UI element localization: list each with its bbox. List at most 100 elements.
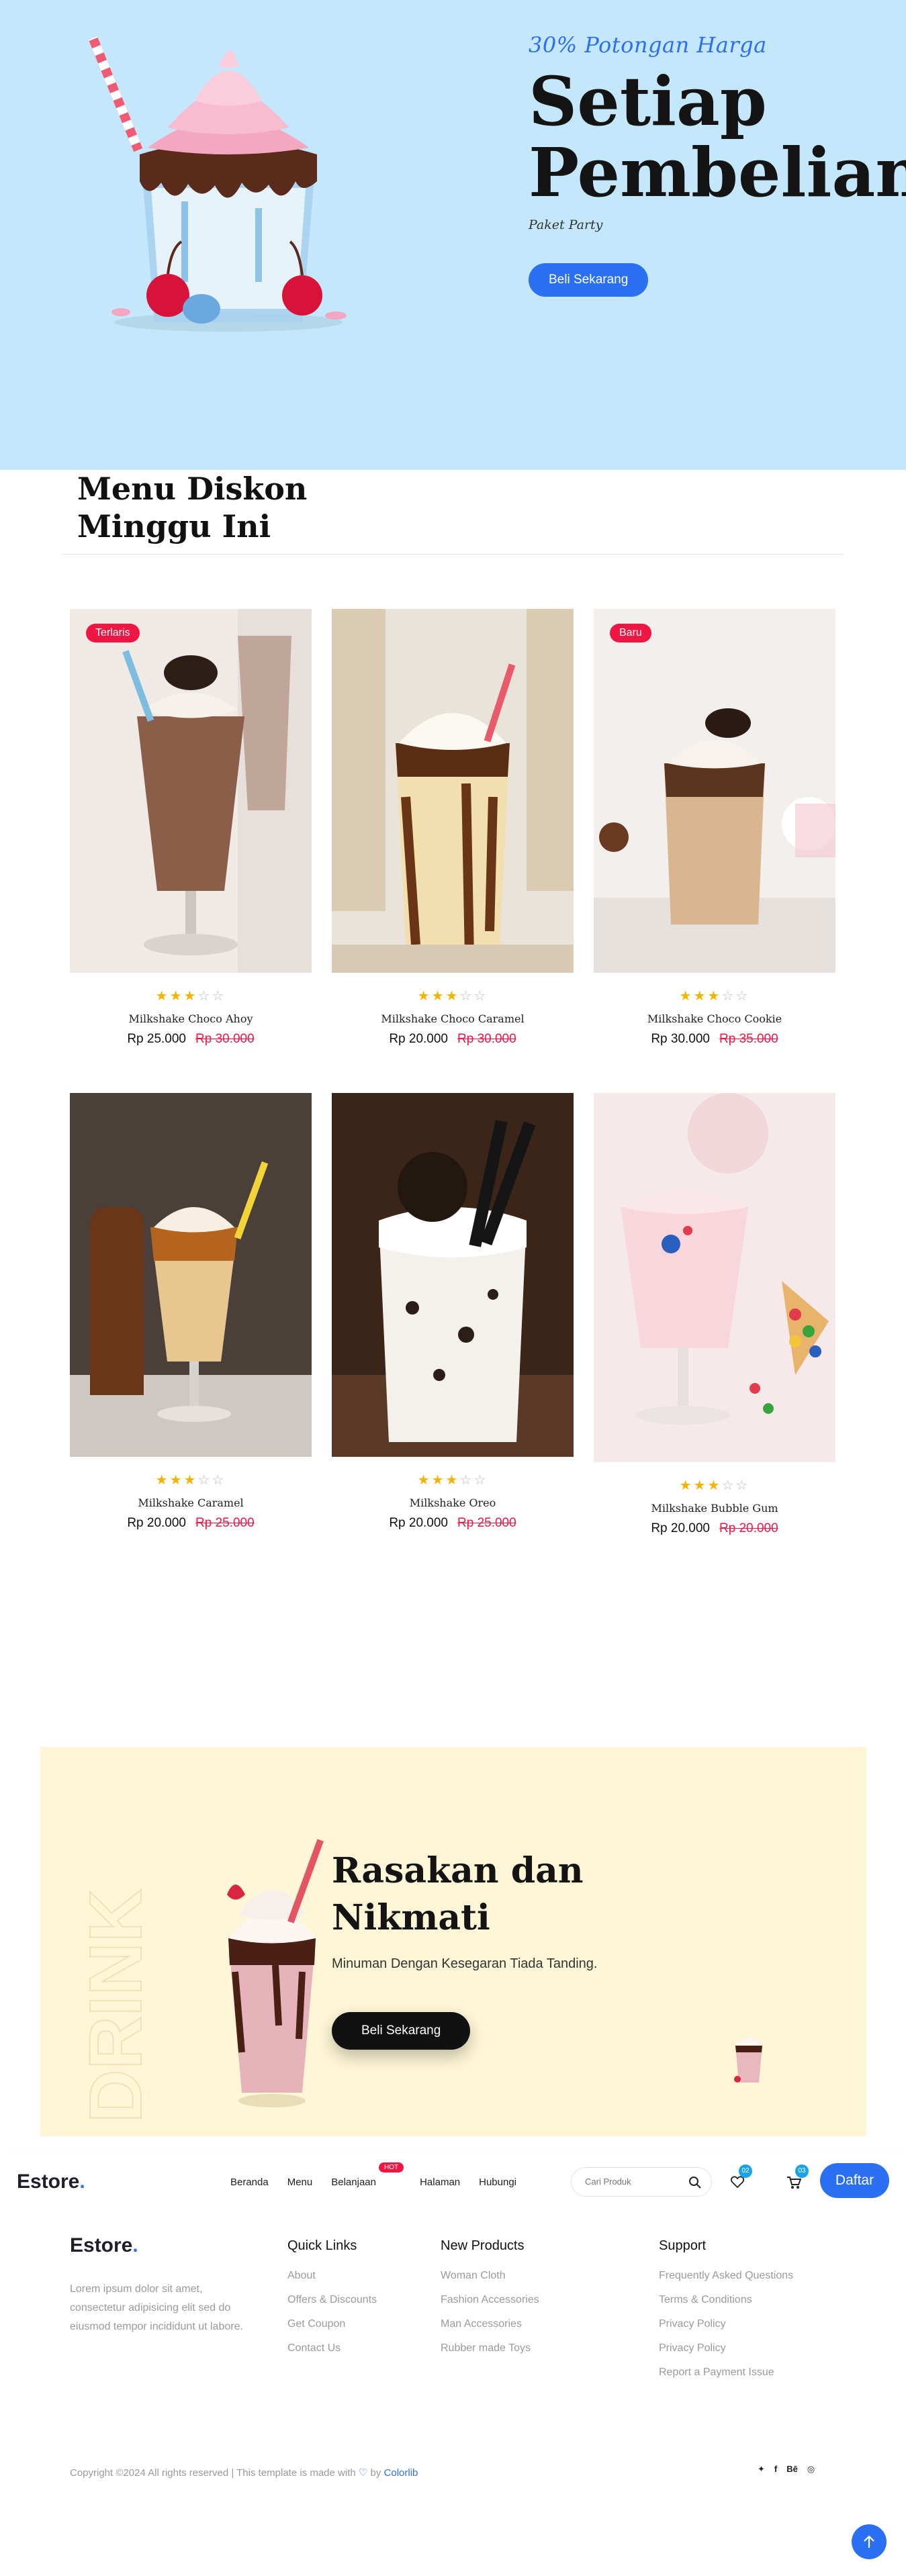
footer-logo[interactable]: Estore. — [70, 2234, 138, 2257]
promo-title: Rasakan dan Nikmati — [332, 1848, 668, 1942]
footer-link[interactable]: Rubber made Toys — [441, 2342, 539, 2354]
hero-title: Setiap Pembelian — [529, 62, 906, 208]
footer-description: Lorem ipsum dolor sit amet, consectetur … — [70, 2283, 243, 2332]
site-logo[interactable]: Estore. — [17, 2170, 85, 2193]
rating-stars: ★★★☆☆ — [417, 1473, 488, 1488]
product-prices: Rp 25.000 Rp 30.000 — [70, 1032, 312, 1047]
footer-link[interactable]: Terms & Conditions — [659, 2294, 793, 2306]
search-input[interactable] — [585, 2177, 679, 2187]
nav-link-beranda[interactable]: Beranda — [230, 2177, 269, 2188]
footer-column-new-products: New Products Woman Cloth Fashion Accesso… — [441, 2238, 539, 2367]
promo-buy-button[interactable]: Beli Sekarang — [332, 2012, 471, 2050]
drink-watermark: DRINK — [74, 1889, 158, 2124]
nav-link-menu[interactable]: Menu — [287, 2177, 313, 2188]
search-icon[interactable] — [688, 2176, 702, 2189]
nav-link-belanjaan-label: Belanjaan — [331, 2177, 376, 2188]
footer-link[interactable]: Man Accessories — [441, 2318, 539, 2330]
product-old-price: Rp 35.000 — [719, 1032, 778, 1046]
milkshake-bubble-gum-photo — [594, 1093, 835, 1462]
product-prices: Rp 20.000 Rp 25.000 — [70, 1516, 312, 1531]
social-links: ✦ f Bē ◎ — [758, 2464, 815, 2475]
product-old-price: Rp 20.000 — [719, 1521, 778, 1535]
facebook-icon[interactable]: f — [774, 2464, 777, 2475]
product-price: Rp 20.000 — [389, 1032, 448, 1046]
footer-link[interactable]: Woman Cloth — [441, 2270, 539, 2282]
product-image[interactable] — [594, 1093, 835, 1462]
hero-subtitle: Paket Party — [529, 218, 603, 232]
product-name[interactable]: Milkshake Choco Ahoy — [70, 1012, 312, 1025]
product-card[interactable]: ★★★☆☆ Milkshake Caramel Rp 20.000 Rp 25.0… — [70, 1093, 312, 1531]
footer-link[interactable]: Offers & Discounts — [287, 2294, 377, 2306]
footer-link[interactable]: Report a Payment Issue — [659, 2367, 793, 2379]
product-name[interactable]: Milkshake Bubble Gum — [594, 1502, 835, 1515]
product-image[interactable]: Terlaris — [70, 609, 312, 973]
rating-stars: ★★★☆☆ — [417, 989, 488, 1004]
hero-discount-tag: 30% Potongan Harga — [529, 32, 767, 58]
product-price: Rp 20.000 — [651, 1521, 710, 1535]
rating-stars: ★★★☆☆ — [155, 1473, 226, 1488]
hero-title-line1: Setiap — [529, 62, 767, 141]
milkshake-oreo-photo — [332, 1093, 574, 1457]
promo-subtitle: Minuman Dengan Kesegaran Tiada Tanding. — [332, 1956, 598, 1971]
footer-link[interactable]: Privacy Policy — [659, 2342, 793, 2354]
product-card[interactable]: ★★★☆☆ Milkshake Oreo Rp 20.000 Rp 25.000 — [332, 1093, 574, 1531]
milkshake-choco-cookie-photo — [594, 609, 835, 973]
section-title-line1: Menu Diskon — [77, 471, 308, 507]
footer-column-title: New Products — [441, 2238, 525, 2253]
footer-column-support: Support Frequently Asked Questions Terms… — [659, 2238, 793, 2391]
product-card[interactable]: ★★★☆☆ Milkshake Choco Caramel Rp 20.000 R… — [332, 609, 574, 1047]
product-card[interactable]: ★★★☆☆ Milkshake Bubble Gum Rp 20.000 Rp 2… — [594, 1093, 835, 1536]
footer-link[interactable]: About — [287, 2270, 377, 2282]
milkshake-illustration — [88, 36, 347, 332]
product-card[interactable]: Baru ★★★☆☆ Milkshake Choco Cookie Rp 30.… — [594, 609, 835, 1047]
product-badge: Terlaris — [86, 624, 140, 642]
wishlist-button[interactable]: 02 — [723, 2164, 752, 2197]
footer-link[interactable]: Privacy Policy — [659, 2318, 793, 2330]
footer-link[interactable]: Contact Us — [287, 2342, 377, 2354]
search-box — [571, 2167, 712, 2197]
footer-link[interactable]: Fashion Accessories — [441, 2294, 539, 2306]
heart-icon — [731, 2176, 744, 2188]
product-image[interactable] — [332, 609, 574, 973]
section-title-line2: Minggu Ini — [77, 508, 271, 544]
footer-link[interactable]: Get Coupon — [287, 2318, 377, 2330]
product-image[interactable]: Baru — [594, 609, 835, 973]
twitter-icon[interactable]: ✦ — [758, 2464, 765, 2475]
drink-watermark-text: DRINK — [75, 1889, 157, 2123]
footer-column-quick-links: Quick Links About Offers & Discounts Get… — [287, 2238, 377, 2367]
cart-icon — [787, 2177, 801, 2189]
nav-link-belanjaan[interactable]: BelanjaanHOT — [331, 2162, 404, 2188]
product-name[interactable]: Milkshake Caramel — [70, 1496, 312, 1509]
product-image[interactable] — [70, 1093, 312, 1457]
product-old-price: Rp 25.000 — [457, 1516, 516, 1530]
promo-banner: DRINK Rasakan dan Nikmati Minuman Dengan… — [40, 1747, 866, 2136]
product-prices: Rp 20.000 Rp 20.000 — [594, 1521, 835, 1536]
nav-link-hubungi[interactable]: Hubungi — [479, 2177, 516, 2188]
globe-icon[interactable]: ◎ — [807, 2464, 815, 2475]
wishlist-count: 02 — [739, 2164, 752, 2178]
rating-stars: ★★★☆☆ — [679, 1478, 750, 1493]
product-name[interactable]: Milkshake Choco Cookie — [594, 1012, 835, 1025]
milkshake-choco-caramel-photo — [332, 609, 574, 973]
product-price: Rp 20.000 — [127, 1516, 186, 1530]
product-card[interactable]: Terlaris ★★★☆☆ Milkshake Choco Ahoy Rp 2… — [70, 609, 312, 1047]
heart-icon: ♡ — [358, 2467, 368, 2479]
main-nav: Beranda Menu BelanjaanHOT Halaman Hubung… — [230, 2162, 516, 2188]
copyright-main: Copyright ©2024 All rights reserved | Th… — [70, 2467, 356, 2479]
nav-link-halaman[interactable]: Halaman — [420, 2177, 460, 2188]
product-name[interactable]: Milkshake Choco Caramel — [332, 1012, 574, 1025]
register-button[interactable]: Daftar — [820, 2163, 889, 2198]
product-badge: Baru — [610, 624, 651, 642]
product-image[interactable] — [332, 1093, 574, 1457]
product-name[interactable]: Milkshake Oreo — [332, 1496, 574, 1509]
cart-button[interactable]: 03 — [779, 2164, 809, 2197]
hero-buy-button[interactable]: Beli Sekarang — [529, 263, 649, 297]
product-prices: Rp 30.000 Rp 35.000 — [594, 1032, 835, 1047]
behance-icon[interactable]: Bē — [786, 2464, 798, 2475]
colorlib-link[interactable]: Colorlib — [384, 2467, 418, 2479]
product-old-price: Rp 30.000 — [457, 1032, 516, 1046]
product-old-price: Rp 30.000 — [195, 1032, 255, 1046]
back-to-top-button[interactable] — [852, 2524, 887, 2559]
footer-link[interactable]: Frequently Asked Questions — [659, 2270, 793, 2282]
milkshake-choco-ahoy-photo — [70, 609, 312, 973]
